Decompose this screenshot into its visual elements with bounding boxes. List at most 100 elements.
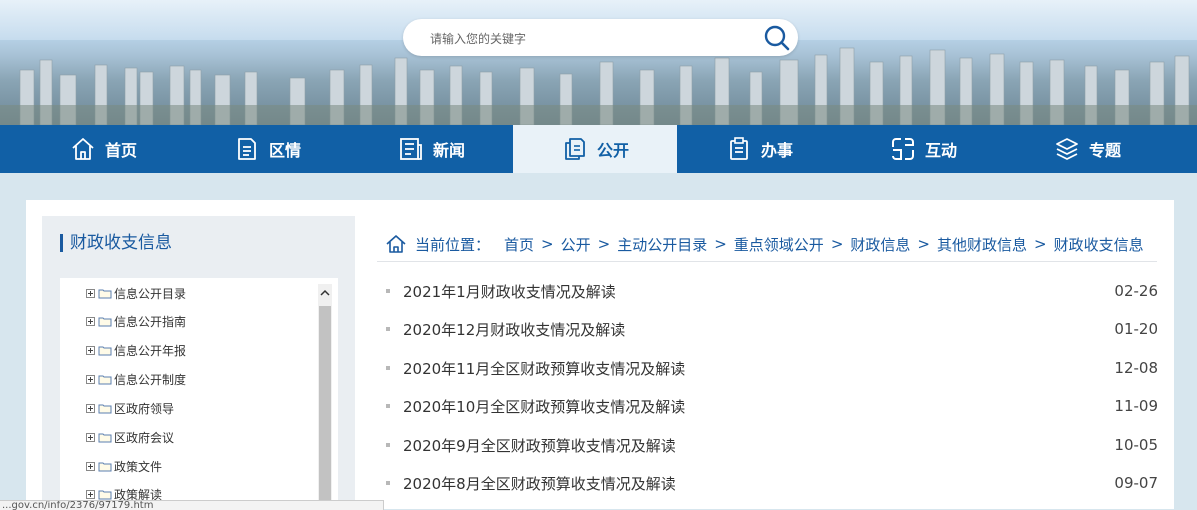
bullet-icon [386, 327, 390, 331]
folder-icon [98, 317, 112, 326]
list-item: 2020年11月全区财政预算收支情况及解读 12-08 [384, 357, 1158, 379]
chevron-up-icon [320, 289, 330, 296]
bullet-icon [386, 366, 390, 370]
search-input[interactable] [428, 19, 752, 58]
tree-item[interactable]: 信息公开年报 [86, 341, 186, 359]
list-item-title[interactable]: 2020年12月财政收支情况及解读 [403, 319, 1114, 340]
breadcrumb-separator: > [597, 235, 611, 253]
tree-item-label: 区政府领导 [114, 401, 175, 416]
list-item-date: 11-09 [1114, 397, 1158, 415]
list-item: 2020年9月全区财政预算收支情况及解读 10-05 [384, 434, 1158, 456]
folder-icon [98, 346, 112, 355]
nav-news-label: 新闻 [432, 141, 465, 160]
folder-icon [98, 462, 112, 471]
clipboard-icon [725, 135, 753, 163]
expand-icon[interactable] [86, 489, 95, 499]
sidebar-title: 财政收支信息 [60, 234, 172, 252]
folder-icon [98, 490, 112, 499]
nav-topics[interactable]: 专题 [1005, 125, 1169, 173]
list-item-title[interactable]: 2020年9月全区财政预算收支情况及解读 [403, 435, 1114, 456]
directory-tree: 信息公开目录 信息公开指南 信息公开年报 信息公开制度 区政府领导 区政府会议 … [60, 278, 338, 509]
breadcrumb-link[interactable]: 财政信息 [850, 234, 910, 255]
breadcrumb-link[interactable]: 首页 [504, 234, 534, 255]
nav-interaction-label: 互动 [924, 141, 957, 160]
tree-scrollbar[interactable] [318, 284, 332, 509]
home-icon [385, 234, 407, 254]
list-item-title[interactable]: 2020年11月全区财政预算收支情况及解读 [403, 358, 1114, 379]
search-button[interactable] [762, 23, 792, 53]
folder-icon [98, 375, 112, 384]
expand-icon[interactable] [86, 345, 95, 355]
nav-district-label: 区情 [268, 141, 301, 160]
bullet-icon [386, 289, 390, 293]
sidebar: 财政收支信息 信息公开目录 信息公开指南 信息公开年报 信息公开制度 区政府领导… [42, 216, 355, 509]
list-item: 2021年1月财政收支情况及解读 02-26 [384, 280, 1158, 302]
nav-home-label: 首页 [104, 141, 137, 160]
files-icon [561, 135, 589, 163]
document-icon [233, 135, 261, 163]
list-item-date: 09-07 [1114, 474, 1158, 492]
expand-icon[interactable] [86, 316, 95, 326]
list-item: 2020年10月全区财政预算收支情况及解读 11-09 [384, 395, 1158, 417]
list-item-date: 02-26 [1114, 282, 1158, 300]
tree-item-label: 信息公开制度 [114, 372, 187, 387]
tree-item[interactable]: 信息公开制度 [86, 370, 186, 388]
list-item-title[interactable]: 2021年1月财政收支情况及解读 [403, 281, 1114, 302]
nav-services-label: 办事 [760, 141, 793, 160]
tree-item-label: 信息公开年报 [114, 343, 187, 358]
folder-icon [98, 404, 112, 413]
layers-icon [1053, 135, 1081, 163]
breadcrumb-separator: > [541, 235, 554, 253]
header-banner [0, 0, 1197, 125]
tree-item[interactable]: 信息公开目录 [86, 284, 186, 302]
breadcrumb-current[interactable]: 财政收支信息 [1054, 234, 1144, 255]
nav-interaction[interactable]: 互动 [841, 125, 1005, 173]
divider [377, 261, 1157, 262]
breadcrumb-link[interactable]: 重点领域公开 [734, 234, 824, 255]
bullet-icon [386, 481, 390, 485]
tree-item[interactable]: 政策文件 [86, 457, 162, 475]
interaction-icon [889, 135, 917, 163]
list-item-title[interactable]: 2020年10月全区财政预算收支情况及解读 [403, 396, 1114, 417]
scroll-up-button[interactable] [318, 284, 332, 302]
nav-public-label: 公开 [596, 141, 629, 160]
nav-public[interactable]: 公开 [513, 125, 677, 173]
nav-services[interactable]: 办事 [677, 125, 841, 173]
folder-icon [98, 289, 112, 298]
list-item-date: 01-20 [1114, 320, 1158, 338]
expand-icon[interactable] [86, 461, 95, 471]
search-bar [403, 19, 798, 58]
breadcrumb-link[interactable]: 其他财政信息 [937, 234, 1027, 255]
breadcrumb-label: 当前位置： [415, 235, 491, 254]
news-icon [397, 135, 425, 163]
expand-icon[interactable] [86, 288, 95, 298]
list-item: 2020年8月全区财政预算收支情况及解读 09-07 [384, 472, 1158, 494]
scroll-thumb[interactable] [319, 306, 331, 509]
list-item-title[interactable]: 2020年8月全区财政预算收支情况及解读 [403, 473, 1114, 494]
expand-icon[interactable] [86, 403, 95, 413]
nav-home[interactable]: 首页 [21, 125, 185, 173]
list-item: 2020年12月财政收支情况及解读 01-20 [384, 318, 1158, 340]
tree-item-label: 信息公开指南 [114, 314, 187, 329]
bullet-icon [386, 404, 390, 408]
expand-icon[interactable] [86, 432, 95, 442]
nav-news[interactable]: 新闻 [349, 125, 513, 173]
breadcrumb: 当前位置： 首页 > 公开 > 主动公开目录 > 重点领域公开 > 财政信息 >… [385, 234, 1144, 254]
search-icon [764, 25, 790, 51]
breadcrumb-separator: > [917, 235, 930, 253]
tree-item-label: 信息公开目录 [114, 286, 187, 301]
tree-item[interactable]: 区政府会议 [86, 428, 174, 446]
tree-item[interactable]: 信息公开指南 [86, 312, 186, 330]
content-panel: 财政收支信息 信息公开目录 信息公开指南 信息公开年报 信息公开制度 区政府领导… [26, 200, 1174, 509]
breadcrumb-separator: > [1034, 235, 1047, 253]
nav-district[interactable]: 区情 [185, 125, 349, 173]
tree-item-label: 区政府会议 [114, 430, 175, 445]
breadcrumb-separator: > [830, 235, 844, 253]
folder-icon [98, 433, 112, 442]
breadcrumb-link[interactable]: 公开 [561, 234, 591, 255]
main-nav: 首页 区情 新闻 公开 办事 互动 专题 [0, 125, 1197, 173]
tree-item[interactable]: 区政府领导 [86, 399, 174, 417]
home-icon [69, 135, 97, 163]
breadcrumb-link[interactable]: 主动公开目录 [617, 234, 707, 255]
expand-icon[interactable] [86, 374, 95, 384]
